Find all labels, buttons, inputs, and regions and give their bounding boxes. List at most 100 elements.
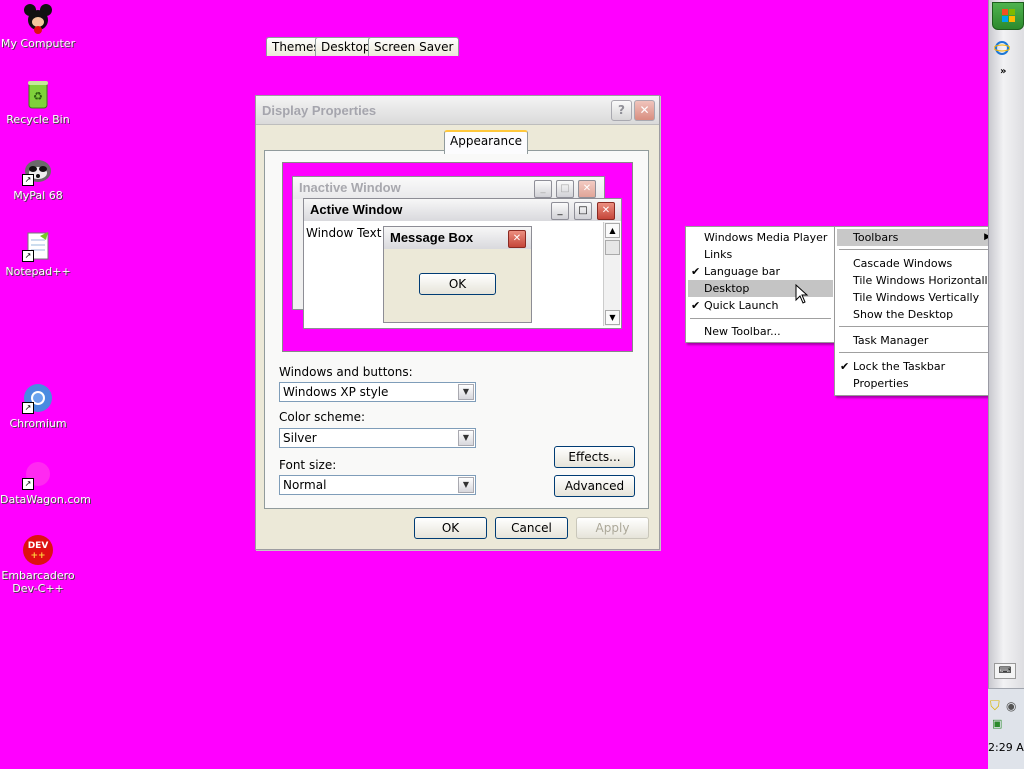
tab-screen-saver[interactable]: Screen Saver	[368, 37, 460, 56]
font-size-value: Normal	[283, 478, 327, 492]
menu-separator	[839, 249, 993, 250]
start-button[interactable]	[992, 2, 1024, 30]
desktop-icon-chromium[interactable]: ↗ Chromium	[0, 382, 76, 430]
close-button[interactable]: ✕	[634, 100, 655, 121]
menu-separator	[690, 318, 831, 319]
preview-message-box: Message Box ✕ OK	[383, 226, 532, 323]
dialog-titlebar[interactable]: Display Properties ? ✕	[256, 96, 659, 125]
notepad-plus-plus-icon: ↗	[22, 230, 54, 262]
desktop-icon-label: Notepad++	[5, 265, 71, 278]
cancel-button[interactable]: Cancel	[495, 517, 568, 539]
color-scheme-select[interactable]: Silver ▼	[279, 428, 476, 448]
menu-item-toolbars[interactable]: Toolbars▶	[837, 229, 995, 246]
menu-item-cascade-windows[interactable]: Cascade Windows	[837, 255, 995, 272]
windows-logo-icon	[1002, 9, 1015, 22]
desktop-icon-recycle-bin[interactable]: ♻ Recycle Bin	[0, 78, 76, 126]
checkmark-icon: ✔	[691, 299, 701, 312]
scroll-down-icon: ▼	[605, 310, 620, 325]
effects-button[interactable]: Effects...	[554, 446, 635, 468]
desktop-icon-mypal[interactable]: ↗ MyPal 68	[0, 154, 76, 202]
menu-item-label: Tile Windows Vertically	[853, 291, 980, 304]
windows-buttons-label: Windows and buttons:	[279, 365, 413, 379]
mouse-cursor-icon	[795, 284, 809, 304]
internet-explorer-icon[interactable]	[993, 40, 1011, 56]
raccoon-icon: ↗	[22, 154, 54, 186]
recycle-bin-icon: ♻	[22, 78, 54, 110]
taskbar[interactable]	[988, 0, 1024, 768]
desktop-icon-label: Chromium	[9, 417, 67, 430]
menu-item-label: Links	[704, 248, 733, 261]
mouse-character-icon	[22, 2, 54, 34]
scroll-up-icon: ▲	[605, 223, 620, 238]
appearance-preview: Inactive Window _ □ ✕ Active Window _ □ …	[282, 162, 633, 352]
color-scheme-value: Silver	[283, 431, 317, 445]
menu-item-windows-media-player[interactable]: Windows Media Player	[688, 229, 833, 246]
menu-item-label: Tile Windows Horizontally	[853, 274, 995, 287]
desktop-icon-label: Recycle Bin	[6, 113, 70, 126]
ok-button[interactable]: OK	[414, 517, 487, 539]
shortcut-arrow-icon: ↗	[22, 478, 34, 490]
preview-ok-button: OK	[419, 273, 496, 295]
menu-item-task-manager[interactable]: Task Manager	[837, 332, 995, 349]
menu-separator	[839, 352, 993, 353]
chevron-down-icon[interactable]: ▼	[458, 430, 474, 446]
chevron-down-icon[interactable]: ▼	[458, 384, 474, 400]
menu-item-label: Windows Media Player	[704, 231, 828, 244]
taskbar-clock[interactable]: 2:29 AM	[988, 741, 1024, 754]
menu-item-links[interactable]: Links	[688, 246, 833, 263]
checkmark-icon: ✔	[691, 265, 701, 278]
menu-item-new-toolbar[interactable]: New Toolbar...	[688, 323, 833, 340]
menu-item-properties[interactable]: Properties	[837, 375, 995, 392]
system-tray: ⛉ ◉ ▣ 2:29 AM	[988, 688, 1024, 769]
font-size-select[interactable]: Normal ▼	[279, 475, 476, 495]
menu-item-label: Properties	[853, 377, 909, 390]
shortcut-arrow-icon: ↗	[22, 250, 34, 262]
windows-buttons-select[interactable]: Windows XP style ▼	[279, 382, 476, 402]
svg-text:++: ++	[30, 551, 45, 561]
svg-text:♻: ♻	[33, 90, 43, 103]
svg-text:DEV: DEV	[28, 541, 49, 551]
menu-item-label: New Toolbar...	[704, 325, 781, 338]
menu-item-quick-launch[interactable]: ✔ Quick Launch	[688, 297, 833, 314]
desktop-icon-label: Embarcadero Dev-C++	[1, 569, 75, 595]
menu-item-desktop[interactable]: Desktop	[688, 280, 833, 297]
datawagon-icon: ↗	[22, 458, 54, 490]
keyboard-icon[interactable]: ⌨	[994, 663, 1016, 679]
menu-separator	[839, 326, 993, 327]
chevron-down-icon[interactable]: ▼	[458, 477, 474, 493]
menu-item-lock-taskbar[interactable]: ✔ Lock the Taskbar	[837, 358, 995, 375]
menu-item-language-bar[interactable]: ✔ Language bar	[688, 263, 833, 280]
apply-button[interactable]: Apply	[576, 517, 649, 539]
maximize-icon: □	[556, 180, 574, 198]
menu-item-show-desktop[interactable]: Show the Desktop	[837, 306, 995, 323]
close-icon: ✕	[508, 230, 526, 248]
font-size-label: Font size:	[279, 458, 337, 472]
desktop-icon-datawagon[interactable]: ↗ DataWagon.com	[0, 458, 91, 506]
shortcut-arrow-icon: ↗	[22, 402, 34, 414]
network-icon[interactable]: ▣	[992, 717, 1002, 730]
maximize-icon: □	[574, 202, 592, 220]
close-icon: ✕	[597, 202, 615, 220]
toolbars-submenu: Windows Media Player Links ✔ Language bar…	[685, 226, 836, 343]
menu-item-tile-horizontally[interactable]: Tile Windows Horizontally	[837, 272, 995, 289]
windows-buttons-value: Windows XP style	[283, 385, 389, 399]
menu-item-label: Cascade Windows	[853, 257, 953, 270]
menu-item-label: Desktop	[704, 282, 750, 295]
advanced-button[interactable]: Advanced	[554, 475, 635, 497]
minimize-icon: _	[551, 202, 569, 220]
chevron-double-down-icon[interactable]: »	[1000, 66, 1006, 77]
preview-window-text: Window Text	[306, 226, 382, 240]
menu-item-label: Lock the Taskbar	[853, 360, 946, 373]
preview-scrollbar: ▲ ▼	[603, 222, 620, 326]
help-button[interactable]: ?	[611, 100, 632, 121]
dialog-title: Display Properties	[262, 103, 377, 118]
desktop-icon-my-computer[interactable]: My Computer	[0, 2, 76, 50]
volume-icon[interactable]: ◉	[1006, 699, 1016, 713]
devcpp-icon: DEV ++	[22, 534, 54, 566]
desktop-icon-notepadpp[interactable]: ↗ Notepad++	[0, 230, 76, 278]
menu-item-label: Toolbars	[853, 231, 899, 244]
menu-item-tile-vertically[interactable]: Tile Windows Vertically	[837, 289, 995, 306]
tab-appearance[interactable]: Appearance	[444, 130, 529, 154]
desktop-icon-devcpp[interactable]: DEV ++ Embarcadero Dev-C++	[0, 534, 76, 595]
security-shield-icon[interactable]: ⛉	[990, 699, 1000, 714]
